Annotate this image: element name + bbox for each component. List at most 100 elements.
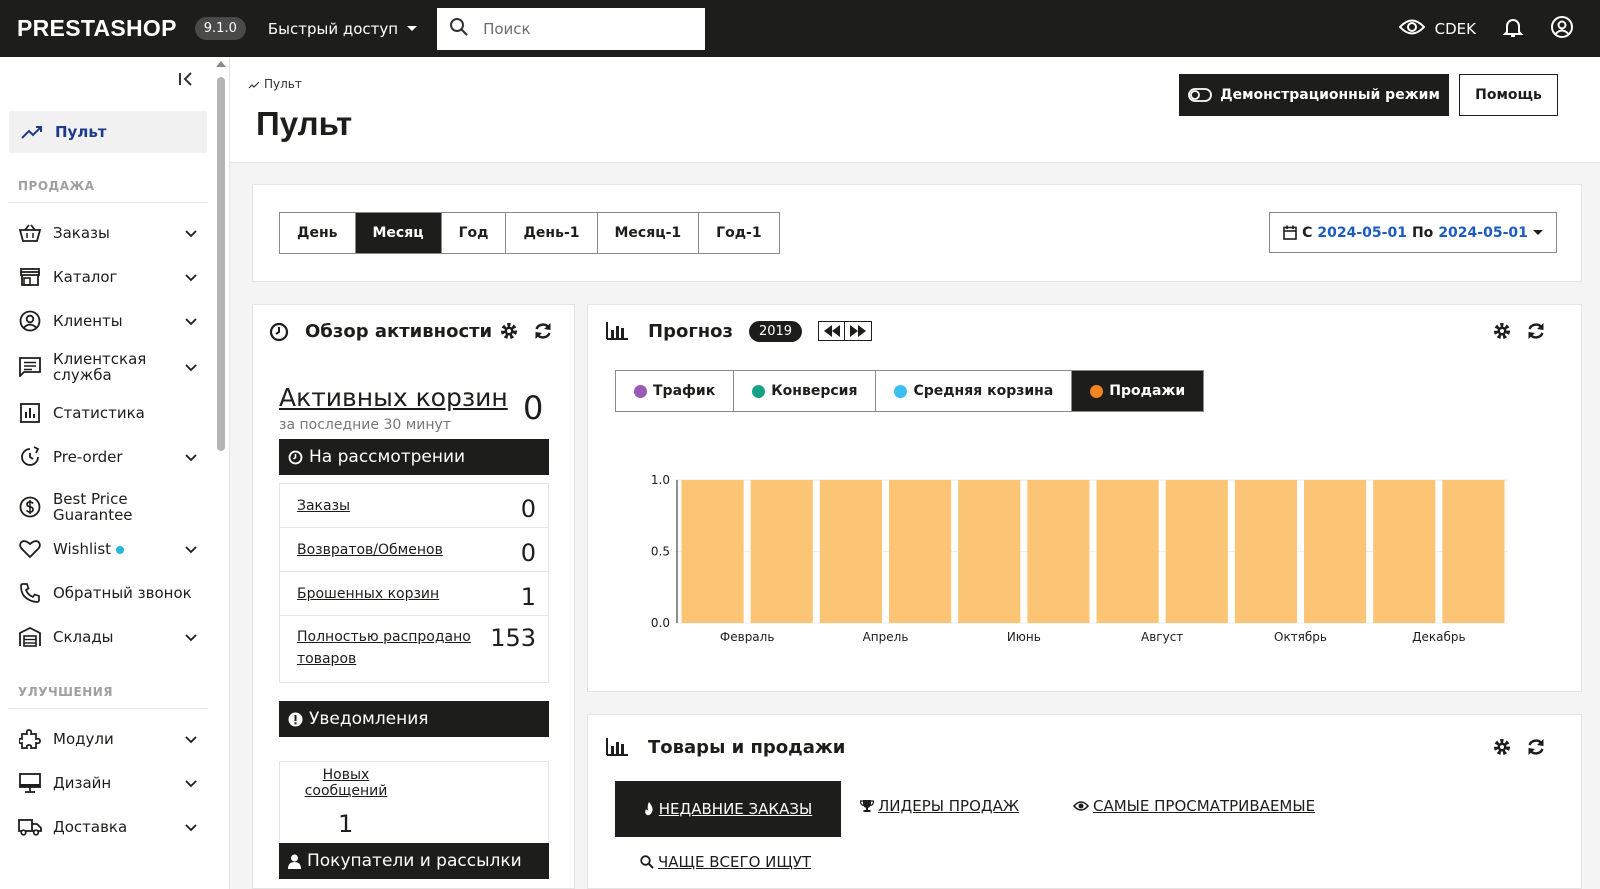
tab-top-searches[interactable]: ЧАЩЕ ВСЕГО ИЩУТ [640, 853, 811, 871]
chevron-down-icon[interactable] [184, 732, 198, 746]
sidebar-item-label: Best Price Guarantee [53, 490, 133, 524]
sidebar-item-3[interactable]: Клиенты [18, 307, 198, 335]
gear-icon[interactable] [499, 321, 519, 341]
tab-recent-orders[interactable]: НЕДАВНИЕ ЗАКАЗЫ [615, 781, 841, 837]
scroll-thumb[interactable] [217, 77, 225, 451]
tab-best-sellers[interactable]: ЛИДЕРЫ ПРОДАЖ [860, 797, 1019, 815]
user-circle-icon [1550, 15, 1574, 43]
forecast-chart: 1.0 0.5 0.0 Февраль Апрель Июнь Август Октябрь Д… [651, 475, 1508, 644]
pending-row: Возвратов/Обменов 0 [280, 528, 548, 572]
sidebar-item-label: Дизайн [53, 774, 112, 792]
sidebar-item-7[interactable]: Best Price Guarantee [18, 487, 198, 527]
pending-value: 153 [490, 624, 536, 652]
period-button-1[interactable]: День [280, 213, 356, 253]
chevron-down-icon[interactable] [184, 630, 198, 644]
sidebar-item-10[interactable]: Склады [18, 623, 198, 651]
help-button[interactable]: Помощь [1459, 74, 1558, 116]
x-tick-label: Октябрь [1274, 630, 1327, 644]
sidebar-item-6[interactable]: Pre-order [18, 443, 198, 471]
breadcrumb[interactable]: Пульт [248, 77, 302, 91]
pending-link[interactable]: Заказы [297, 498, 350, 514]
pending-link[interactable]: Возвратов/Обменов [297, 542, 443, 558]
metric-button-3[interactable]: Средняя корзина [876, 371, 1073, 411]
products-panel: Товары и продажи НЕДАВНИЕ ЗАКАЗЫ ЛИДЕРЫ … [587, 714, 1582, 889]
x-tick-label: Февраль [720, 630, 775, 644]
fast-forward-icon [850, 325, 867, 337]
date-range-picker[interactable]: С 2024-05-01 По 2024-05-01 [1269, 212, 1557, 253]
sidebar-item-label: Заказы [53, 224, 110, 242]
pending-link[interactable]: Брошенных корзин [297, 586, 439, 602]
date-to-label: По [1411, 224, 1434, 241]
period-button-2[interactable]: Месяц [355, 213, 442, 253]
demo-mode-label: Демонстрационный режим [1220, 87, 1440, 103]
sidebar-item-dashboard[interactable]: Пульт [9, 111, 207, 153]
sidebar-item-2[interactable]: Дизайн [18, 769, 198, 797]
date-from: 2024-05-01 [1317, 224, 1407, 241]
chevron-down-icon[interactable] [184, 820, 198, 834]
active-carts-subtitle: за последние 30 минут [279, 417, 451, 433]
period-button-6[interactable]: Год-1 [699, 213, 779, 253]
chevron-down-icon[interactable] [184, 360, 198, 374]
chevron-down-icon[interactable] [184, 542, 198, 556]
alert-icon [288, 712, 303, 726]
sidebar-item-1[interactable]: Заказы [18, 219, 198, 247]
bar [681, 480, 744, 623]
sidebar-item-8[interactable]: Wishlist [18, 535, 198, 563]
sidebar-item-4[interactable]: Клиентская служба [18, 347, 198, 387]
sidebar-item-1[interactable]: Модули [18, 725, 198, 753]
metric-button-4[interactable]: Продажи [1072, 371, 1204, 411]
view-shop-link[interactable]: CDEK [1398, 18, 1476, 40]
gear-icon[interactable] [1492, 737, 1512, 757]
tab-label: НЕДАВНИЕ ЗАКАЗЫ [658, 800, 813, 818]
quick-access-dropdown[interactable]: Быстрый доступ [268, 20, 418, 38]
trending-up-icon [248, 81, 260, 88]
sidebar-item-3[interactable]: Доставка [18, 813, 198, 841]
collapse-sidebar-button[interactable] [176, 69, 196, 89]
section-improvements: УЛУЧШЕНИЯ [18, 685, 114, 699]
chevron-down-icon[interactable] [184, 776, 198, 790]
demo-mode-button[interactable]: Демонстрационный режим [1179, 74, 1449, 116]
notifications-button[interactable] [1502, 16, 1524, 42]
chevron-down-icon[interactable] [184, 314, 198, 328]
year-navigation [818, 321, 873, 341]
metric-selector: Трафик Конверсия Средняя корзина Продажи [615, 370, 1205, 412]
sidebar-item-5[interactable]: Статистика [18, 399, 198, 427]
bar-chart-icon [606, 738, 628, 756]
pending-link[interactable]: Полностью распродано товаров [297, 626, 472, 670]
sidebar-item-label: Pre-order [53, 448, 123, 466]
period-button-3[interactable]: Год [441, 213, 507, 253]
metric-button-1[interactable]: Трафик [616, 371, 735, 411]
refresh-icon[interactable] [533, 321, 553, 341]
sidebar-item-2[interactable]: Каталог [18, 263, 198, 291]
new-messages-link[interactable]: Новых сообщений [300, 767, 392, 799]
bar [1027, 480, 1090, 623]
x-tick-label: Июнь [1007, 630, 1041, 644]
scroll-up-arrow[interactable] [216, 61, 226, 67]
sidebar-item-label: Модули [53, 730, 114, 748]
refresh-icon[interactable] [1526, 737, 1546, 757]
chevron-down-icon[interactable] [184, 450, 198, 464]
chevron-down-icon[interactable] [184, 226, 198, 240]
sidebar-scrollbar[interactable] [216, 57, 226, 889]
search-input[interactable] [483, 19, 684, 38]
previous-year-button[interactable] [819, 322, 846, 340]
refresh-icon[interactable] [1526, 321, 1546, 341]
account-button[interactable] [1550, 15, 1574, 43]
logo[interactable]: PRESTASHOP [17, 15, 177, 42]
store-icon [18, 265, 42, 289]
sidebar-item-9[interactable]: Обратный звонок [18, 579, 198, 607]
sidebar-item-label: Обратный звонок [53, 584, 192, 602]
period-button-5[interactable]: Месяц-1 [597, 213, 700, 253]
clock-icon [269, 322, 289, 341]
period-button-4[interactable]: День-1 [506, 213, 598, 253]
chevron-down-icon[interactable] [184, 270, 198, 284]
gear-icon[interactable] [1492, 321, 1512, 341]
next-year-button[interactable] [845, 322, 871, 340]
notifications-header: Уведомления [279, 701, 549, 737]
active-carts-link[interactable]: Активных корзин [279, 383, 508, 412]
pending-list: Заказы 0 Возвратов/Обменов 0 Брошенных корзи… [279, 483, 549, 683]
messages-box: Новых сообщений 1 [279, 761, 549, 847]
tab-most-viewed[interactable]: САМЫЕ ПРОСМАТРИВАЕМЫЕ [1073, 797, 1315, 815]
metric-button-2[interactable]: Конверсия [734, 371, 877, 411]
search-box[interactable] [437, 7, 706, 50]
